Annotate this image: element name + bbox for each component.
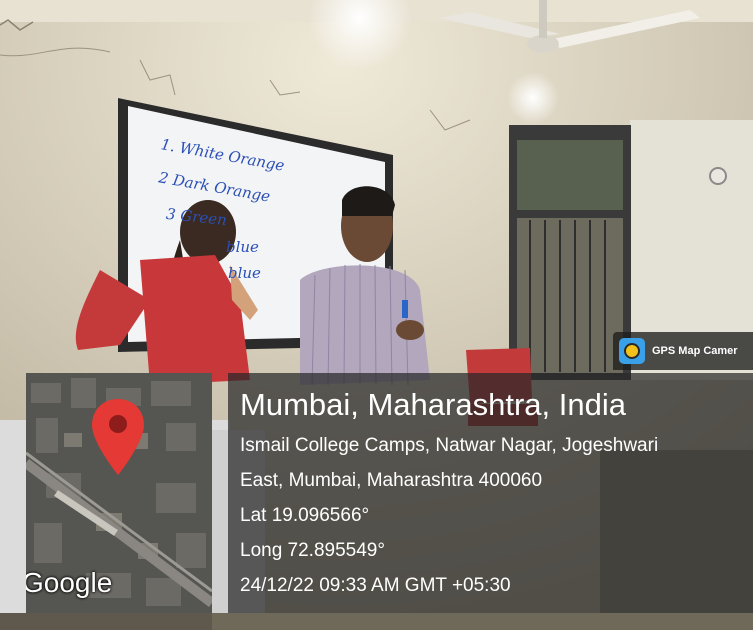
location-title: Mumbai, Maharashtra, India [240, 387, 626, 422]
whiteboard-line-5: blue [228, 264, 261, 282]
map-pin-icon [92, 399, 144, 475]
whiteboard: 1. White Orange 2 Dark Orange 3 Green bl… [118, 98, 393, 346]
latitude: Lat 19.096566° [240, 505, 370, 526]
location-info-panel: Mumbai, Maharashtra, India Ismail Colleg… [228, 373, 753, 613]
gps-map-camera-icon [619, 338, 645, 364]
longitude: Long 72.895549° [240, 540, 385, 561]
gps-map-camera-badge: GPS Map Camer [613, 332, 753, 370]
timestamp: 24/12/22 09:33 AM GMT +05:30 [240, 575, 511, 596]
badge-label: GPS Map Camer [652, 345, 738, 357]
photo-frame: 1. White Orange 2 Dark Orange 3 Green bl… [0, 0, 753, 630]
whiteboard-line-3: 3 Green [165, 204, 228, 230]
whiteboard-line-1: 1. White Orange [159, 135, 286, 175]
map-thumbnail: Google [26, 373, 212, 613]
address-line-1: Ismail College Camps, Natwar Nagar, Joge… [240, 435, 659, 456]
address-line-2: East, Mumbai, Maharashtra 400060 [240, 470, 543, 491]
whiteboard-line-4: blue [226, 238, 259, 256]
google-attribution: Google [26, 567, 113, 598]
whiteboard-line-2: 2 Dark Orange [157, 168, 272, 206]
